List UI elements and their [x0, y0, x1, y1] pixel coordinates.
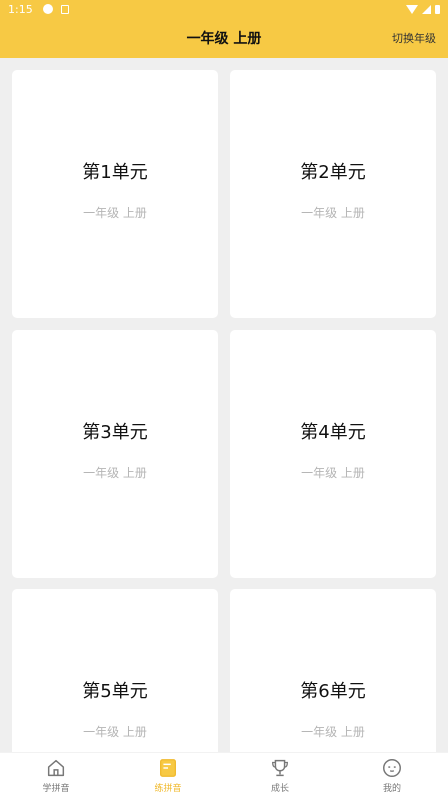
switch-grade-button[interactable]: 切换年级 [392, 18, 436, 58]
unit-subtitle: 一年级 上册 [301, 465, 365, 480]
status-indicators [406, 4, 440, 14]
unit-card-4[interactable]: 第4单元 一年级 上册 [230, 330, 436, 578]
unit-title: 第1单元 [82, 161, 148, 183]
unit-subtitle: 一年级 上册 [301, 724, 365, 739]
unit-title: 第6单元 [300, 680, 366, 702]
nav-label: 我的 [382, 784, 401, 794]
unit-title: 第2单元 [300, 161, 366, 183]
unit-grid: 第1单元 一年级 上册 第2单元 一年级 上册 第3单元 一年级 上册 第4单元… [0, 58, 448, 752]
app-notification-icon [60, 4, 69, 14]
status-bar: 1:15 [0, 0, 448, 18]
app-header: 一年级 上册 切换年级 [0, 18, 448, 58]
unit-card-5[interactable]: 第5单元 一年级 上册 [12, 589, 218, 752]
nav-item-learn-pinyin[interactable]: 学拼音 [0, 753, 112, 798]
nav-item-growth[interactable]: 成长 [224, 753, 336, 798]
unit-card-1[interactable]: 第1单元 一年级 上册 [12, 70, 218, 318]
nav-label: 成长 [270, 784, 289, 794]
nav-label: 练拼音 [154, 784, 182, 794]
unit-subtitle: 一年级 上册 [301, 205, 365, 220]
nav-item-mine[interactable]: 我的 [336, 753, 448, 798]
nav-label: 学拼音 [42, 784, 70, 794]
book-icon [160, 759, 176, 777]
unit-subtitle: 一年级 上册 [83, 205, 147, 220]
unit-title: 第5单元 [82, 680, 148, 702]
status-time: 1:15 [8, 2, 33, 16]
bottom-nav: 学拼音 练拼音 成长 我的 [0, 752, 448, 798]
wifi-icon [406, 4, 418, 14]
unit-title: 第3单元 [82, 421, 148, 443]
signal-icon [422, 4, 431, 14]
battery-icon [435, 4, 440, 14]
nav-item-practice-pinyin[interactable]: 练拼音 [112, 753, 224, 798]
page-title: 一年级 上册 [186, 31, 262, 47]
unit-card-2[interactable]: 第2单元 一年级 上册 [230, 70, 436, 318]
face-icon [383, 759, 401, 777]
unit-subtitle: 一年级 上册 [83, 724, 147, 739]
trophy-icon [272, 759, 288, 777]
unit-title: 第4单元 [300, 421, 366, 443]
unit-card-6[interactable]: 第6单元 一年级 上册 [230, 589, 436, 752]
home-icon [47, 759, 65, 777]
notification-icon [42, 4, 53, 14]
unit-card-3[interactable]: 第3单元 一年级 上册 [12, 330, 218, 578]
unit-subtitle: 一年级 上册 [83, 465, 147, 480]
